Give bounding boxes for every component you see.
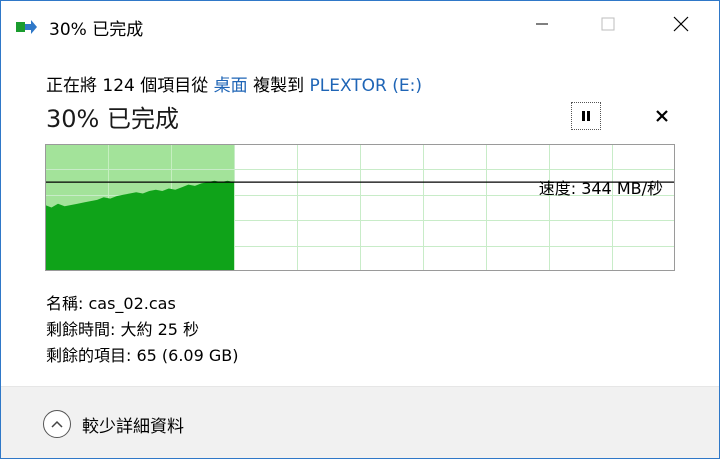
copy-arrow-icon <box>16 19 38 35</box>
items-remaining-line: 剩餘的項目: 65 (6.09 GB) <box>46 346 239 365</box>
transfer-speed-graph: 速度: 344 MB/秒 <box>45 144 675 271</box>
close-icon <box>673 16 689 32</box>
maximize-icon <box>601 17 615 31</box>
file-name-line: 名稱: cas_02.cas <box>46 294 176 313</box>
title-bar[interactable]: 30% 已完成 <box>1 1 719 47</box>
minimize-button[interactable] <box>519 1 565 47</box>
collapse-icon <box>43 410 71 438</box>
copy-description: 正在將 124 個項目從 桌面 複製到 PLEXTOR (E:) <box>46 71 422 96</box>
less-details-button[interactable]: 較少詳細資料 <box>43 410 184 438</box>
maximize-button[interactable] <box>585 1 631 47</box>
progress-percent-label: 30% 已完成 <box>46 105 179 133</box>
minimize-icon <box>536 23 548 25</box>
copy-prefix: 正在將 124 個項目從 <box>46 76 214 96</box>
cancel-button[interactable] <box>649 102 675 130</box>
speed-chart <box>45 144 675 271</box>
footer: 較少詳細資料 <box>1 387 719 458</box>
time-remaining-line: 剩餘時間: 大約 25 秒 <box>46 320 200 339</box>
close-button[interactable] <box>658 1 704 47</box>
destination-link[interactable]: PLEXTOR (E:) <box>309 76 422 96</box>
source-link[interactable]: 桌面 <box>214 76 248 96</box>
window-title: 30% 已完成 <box>49 20 144 40</box>
copy-middle: 複製到 <box>247 76 310 96</box>
cancel-icon <box>656 110 668 122</box>
transfer-details: 名稱: cas_02.cas 剩餘時間: 大約 25 秒 剩餘的項目: 65 (… <box>46 291 239 369</box>
copy-dialog-window: 30% 已完成 正在將 124 個項目從 桌面 複製到 PLEXTOR (E:)… <box>0 0 720 459</box>
speed-label: 速度: 344 MB/秒 <box>538 179 663 198</box>
pause-button[interactable] <box>571 102 601 130</box>
less-details-label: 較少詳細資料 <box>82 416 184 437</box>
pause-icon <box>582 111 590 121</box>
